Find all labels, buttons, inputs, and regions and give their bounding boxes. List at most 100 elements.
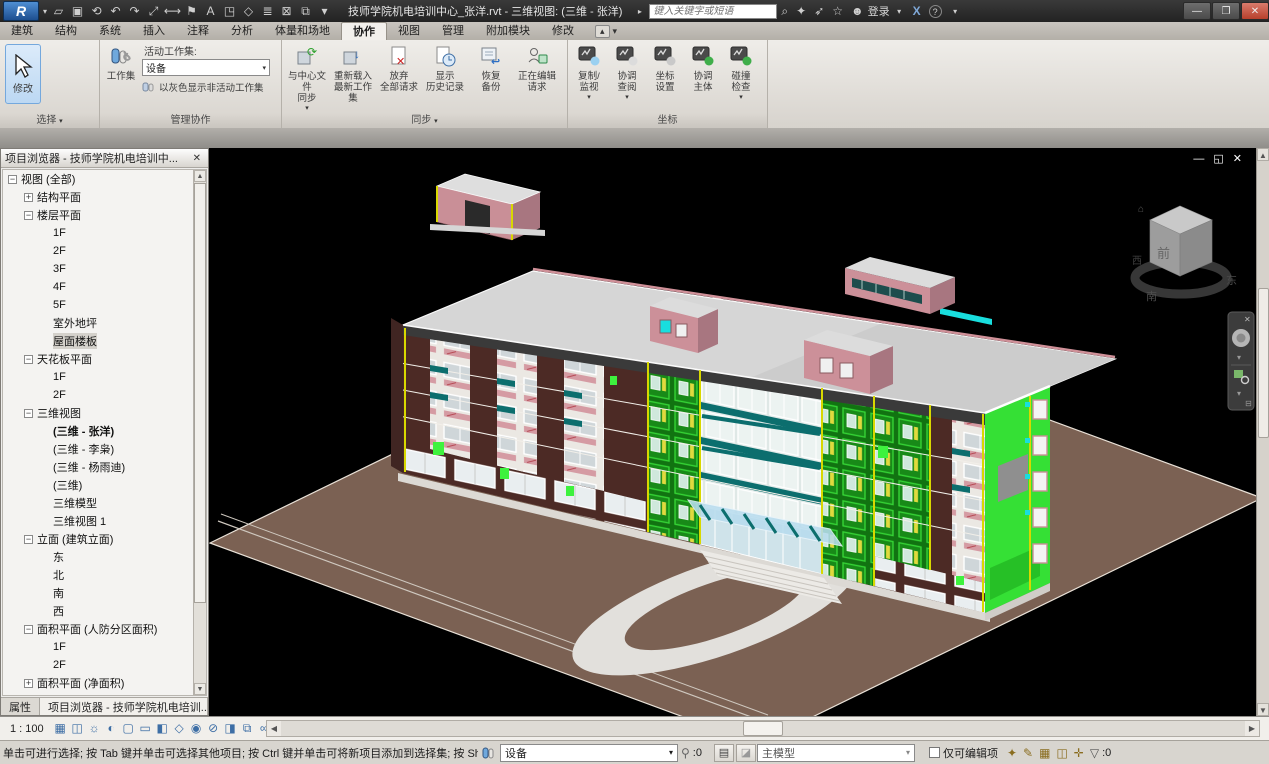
user-icon[interactable]: ☻	[851, 4, 864, 18]
sync-with-central-icon[interactable]: ⟲	[87, 2, 106, 20]
view-window-controls[interactable]: —◱✕	[1193, 152, 1251, 165]
undo-icon[interactable]: ↶	[106, 2, 125, 20]
west-gable[interactable]	[391, 318, 403, 473]
tree-expander[interactable]: +	[24, 193, 33, 202]
tree-item[interactable]: (三维 - 李枭)	[3, 440, 206, 458]
shadows-icon[interactable]: ◐	[103, 721, 120, 736]
open-file-icon[interactable]: ▱	[49, 2, 68, 20]
ribbon-collapse-button[interactable]: ▴▾	[595, 22, 617, 40]
browser-tab-properties[interactable]: 属性	[1, 698, 40, 715]
editable-only-checkbox[interactable]: 仅可编辑项	[929, 745, 998, 761]
coord-button-2[interactable]: 坐标 设置	[646, 40, 684, 101]
ribbon-tab-修改[interactable]: 修改	[541, 22, 585, 40]
tree-expander[interactable]: −	[24, 355, 33, 364]
ribbon-tab-建筑[interactable]: 建筑	[0, 22, 44, 40]
crop-visible-icon[interactable]: ◧	[154, 721, 171, 736]
tree-item[interactable]: 室外地坪	[3, 314, 206, 332]
sun-path-icon[interactable]: ☼	[86, 721, 103, 736]
tree-item[interactable]: 2F	[3, 386, 206, 404]
tree-item[interactable]: 东	[3, 548, 206, 566]
coord-button-1[interactable]: 协调 查阅▾	[608, 40, 646, 101]
tree-item[interactable]: −面积平面 (人防分区面积)	[3, 620, 206, 638]
thin-lines-icon[interactable]: ≣	[258, 2, 277, 20]
ribbon-tab-结构[interactable]: 结构	[44, 22, 88, 40]
visual-style-icon[interactable]: ◫	[69, 721, 86, 736]
status-workset-dropdown[interactable]: 设备▾	[500, 744, 678, 762]
default-3d-view-icon[interactable]: ◳	[220, 2, 239, 20]
unresolved-icon[interactable]: ◫	[1056, 746, 1067, 760]
sync-panel-label[interactable]: 同步 ▾	[282, 113, 567, 128]
app-menu-button[interactable]: R	[3, 1, 39, 21]
tree-item[interactable]: −三维视图	[3, 404, 206, 422]
sync-button-2[interactable]: ✕放弃 全部请求	[376, 40, 422, 112]
tree-expander[interactable]: −	[24, 535, 33, 544]
sync-button-0[interactable]: ⟳与中心文件 同步▾	[284, 40, 330, 112]
tree-item[interactable]: 北	[3, 566, 206, 584]
ribbon-tab-附加模块[interactable]: 附加模块	[475, 22, 541, 40]
ribbon-tab-管理[interactable]: 管理	[431, 22, 475, 40]
tree-expander[interactable]: −	[8, 175, 17, 184]
vertical-scrollbar[interactable]: ▲ ▼	[1256, 148, 1269, 716]
add-to-set-button[interactable]: ◪	[736, 744, 756, 762]
subscription-icon[interactable]: ✦	[796, 4, 806, 18]
ribbon-tab-插入[interactable]: 插入	[132, 22, 176, 40]
select-arrows-icon[interactable]: ✛	[1074, 746, 1084, 760]
sync-button-5[interactable]: 正在编辑 请求	[514, 40, 560, 112]
constraints-icon[interactable]: ⧉	[239, 721, 256, 736]
reveal-hidden-icon[interactable]: ◉	[188, 721, 205, 736]
ribbon-tab-体量和场地[interactable]: 体量和场地	[264, 22, 341, 40]
redo-icon[interactable]: ↷	[125, 2, 144, 20]
browser-scrollbar[interactable]: ▲ ▼	[193, 170, 206, 695]
coord-button-4[interactable]: 碰撞 检查▾	[722, 40, 760, 101]
modify-button[interactable]: 修改	[5, 44, 41, 104]
select-panel-label[interactable]: 选择 ▾	[0, 113, 99, 128]
tag-icon[interactable]: ⚑	[182, 2, 201, 20]
detail-level-icon[interactable]: ▦	[52, 721, 69, 736]
coord-button-0[interactable]: 复制/ 监视▾	[570, 40, 608, 101]
section-icon[interactable]: ◇	[239, 2, 258, 20]
tree-expander[interactable]: −	[24, 211, 33, 220]
exchange-apps-icon[interactable]: X	[913, 4, 921, 18]
active-workset-dropdown[interactable]: 设备▾	[142, 59, 270, 76]
stair-tower[interactable]	[648, 362, 700, 544]
coord-button-3[interactable]: 协调 主体	[684, 40, 722, 101]
switch-windows-icon[interactable]: ⧉	[296, 2, 315, 20]
tree-item[interactable]: 1F	[3, 368, 206, 386]
ribbon-tab-分析[interactable]: 分析	[220, 22, 264, 40]
tree-expander[interactable]: −	[24, 409, 33, 418]
window-close-button[interactable]: ✕	[1241, 2, 1269, 20]
tree-item[interactable]: (三维 - 杨雨迪)	[3, 458, 206, 476]
tree-expander[interactable]: −	[24, 625, 33, 634]
help-icon[interactable]: ?	[929, 5, 942, 18]
design-option-dropdown[interactable]: 主模型▾	[757, 744, 915, 762]
aligned-dimension-icon[interactable]: ⟷	[163, 2, 182, 20]
measure-icon[interactable]: ⤢	[144, 2, 163, 20]
temporary-hide-icon[interactable]: ⊘	[205, 721, 222, 736]
ribbon-tab-视图[interactable]: 视图	[387, 22, 431, 40]
tree-item[interactable]: (三维)	[3, 476, 206, 494]
communication-icon[interactable]: ➶	[814, 4, 824, 18]
ribbon-tab-注释[interactable]: 注释	[176, 22, 220, 40]
project-browser-titlebar[interactable]: 项目浏览器 - 技师学院机电培训中... ✕	[1, 149, 208, 168]
editing-requests-icon[interactable]: ⚲	[681, 746, 690, 760]
tree-item[interactable]: 西	[3, 602, 206, 620]
tree-item[interactable]: +面积平面 (净面积)	[3, 674, 206, 692]
tree-expander[interactable]: +	[24, 679, 33, 688]
crop-region-icon[interactable]: ▭	[137, 721, 154, 736]
navigation-bar[interactable]: ✕ ▾ ▾ ⊟	[1228, 312, 1254, 410]
sign-in-arrow[interactable]: ▾	[890, 2, 909, 20]
worksets-button[interactable]: 工作集	[100, 40, 142, 94]
window-restore-button[interactable]: ❐	[1212, 2, 1240, 20]
tree-item[interactable]: 三维视图 1	[3, 512, 206, 530]
tree-item[interactable]: −天花板平面	[3, 350, 206, 368]
view-scale-button[interactable]: 1 : 100	[0, 723, 52, 735]
tree-item[interactable]: −楼层平面	[3, 206, 206, 224]
window-minimize-button[interactable]: —	[1183, 2, 1211, 20]
customize-qat-icon[interactable]: ▾	[315, 2, 334, 20]
text-icon[interactable]: A	[201, 2, 220, 20]
tree-item[interactable]: 2F	[3, 242, 206, 260]
search-input[interactable]	[649, 4, 777, 19]
curtain-wall-band[interactable]	[874, 396, 930, 570]
tree-item[interactable]: 1F	[3, 638, 206, 656]
tree-item[interactable]: 2F	[3, 656, 206, 674]
